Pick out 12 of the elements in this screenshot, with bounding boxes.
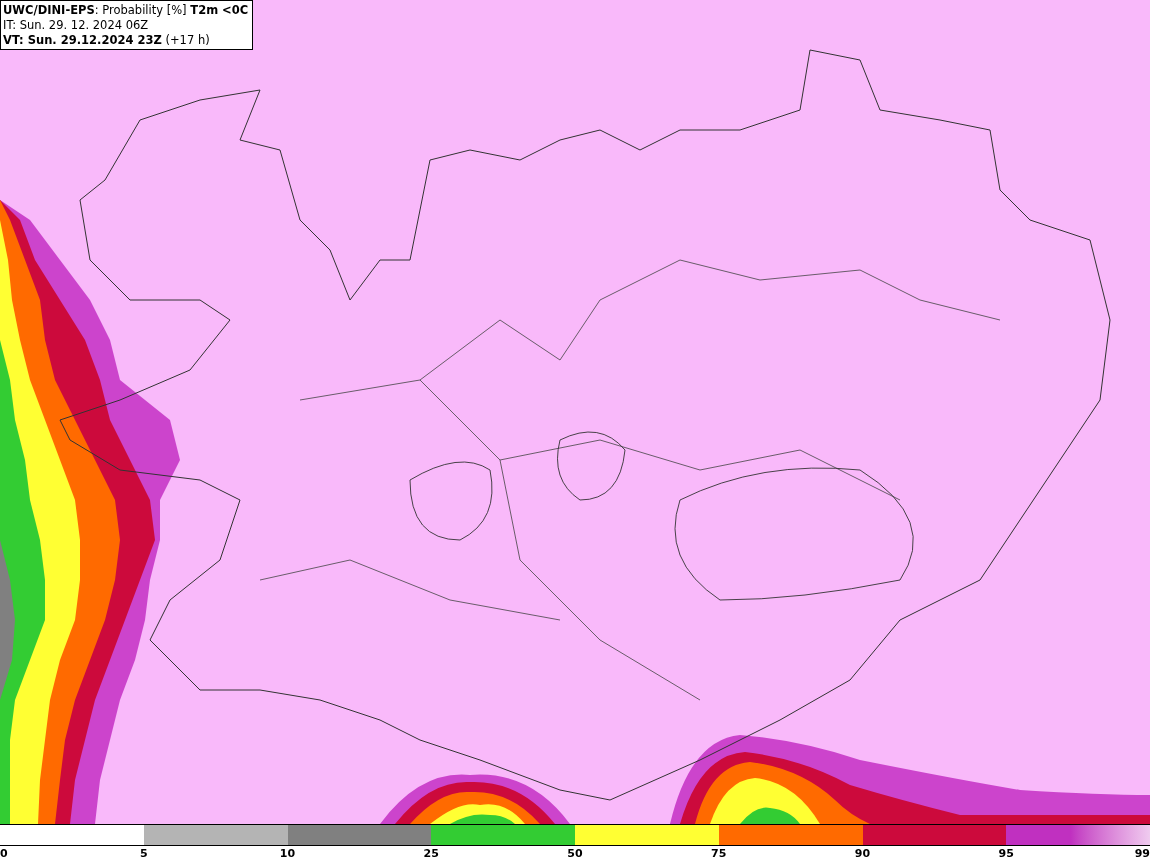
legend-tick-label: 5 <box>139 847 148 861</box>
header-text: VT: Sun. 29.12.2024 23Z (+17 h) <box>3 33 211 48</box>
legend-tick-label: 25 <box>423 847 439 861</box>
legend-tick-label: 99 <box>1134 847 1150 861</box>
legend-tick-label: 10 <box>279 847 296 861</box>
legend-tick-label: 95 <box>998 847 1014 861</box>
legend-tick-label: 75 <box>711 847 727 861</box>
header-text: IT: Sun. 29. 12. 2024 06Z <box>3 18 150 33</box>
legend-tick-label: 0 <box>0 847 8 861</box>
header-text: UWC/DINI-EPS: Probability [%] T2m <0C <box>3 3 249 18</box>
legend-tick-label: 90 <box>854 847 871 861</box>
legend-tick-label: 50 <box>567 847 583 861</box>
